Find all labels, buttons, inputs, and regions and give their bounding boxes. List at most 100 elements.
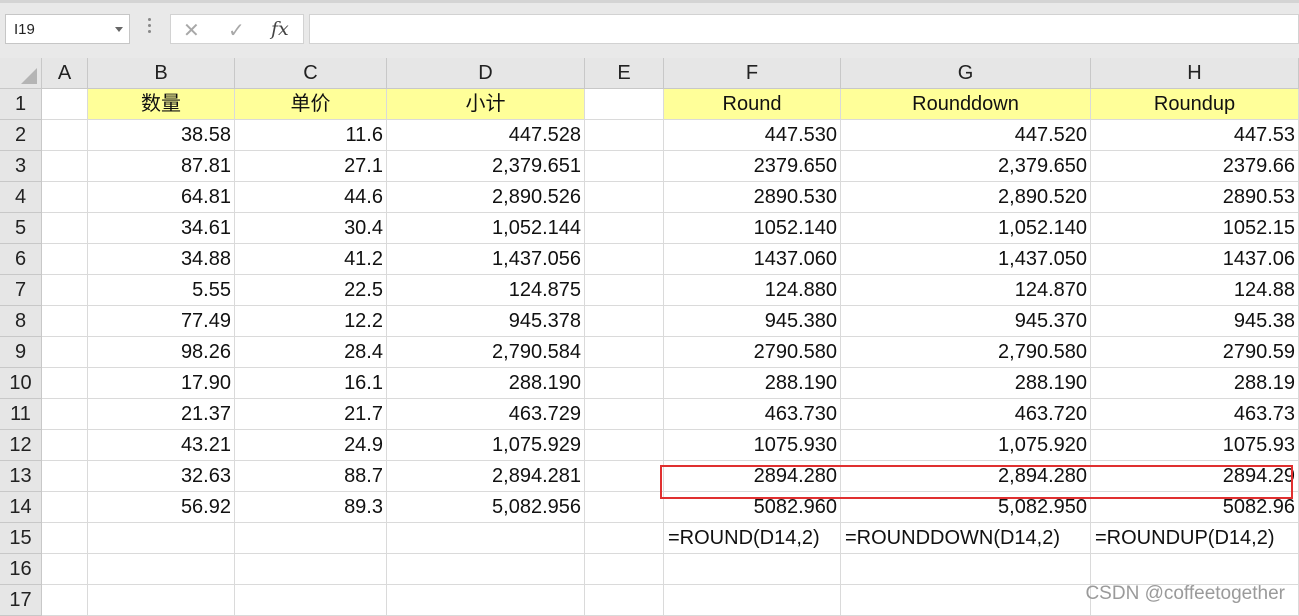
cell-a13[interactable]	[42, 461, 88, 492]
cell-g11[interactable]: 463.720	[841, 399, 1091, 430]
name-box[interactable]: I19	[5, 14, 130, 44]
row-header-14[interactable]: 14	[0, 492, 42, 523]
cell-e10[interactable]	[585, 368, 664, 399]
row-header-11[interactable]: 11	[0, 399, 42, 430]
cell-f13[interactable]: 2894.280	[664, 461, 841, 492]
cell-d12[interactable]: 1,075.929	[387, 430, 585, 461]
cell-c12[interactable]: 24.9	[235, 430, 387, 461]
cell-f9[interactable]: 2790.580	[664, 337, 841, 368]
cell-e16[interactable]	[585, 554, 664, 585]
cell-h2[interactable]: 447.53	[1091, 120, 1299, 151]
cell-b14[interactable]: 56.92	[88, 492, 235, 523]
cell-d16[interactable]	[387, 554, 585, 585]
cell-f14[interactable]: 5082.960	[664, 492, 841, 523]
cell-h1[interactable]: Roundup	[1091, 89, 1299, 120]
row-header-10[interactable]: 10	[0, 368, 42, 399]
cell-b7[interactable]: 5.55	[88, 275, 235, 306]
cell-h8[interactable]: 945.38	[1091, 306, 1299, 337]
row-header-17[interactable]: 17	[0, 585, 42, 616]
cell-d8[interactable]: 945.378	[387, 306, 585, 337]
cell-c5[interactable]: 30.4	[235, 213, 387, 244]
column-header-f[interactable]: F	[664, 58, 841, 89]
cell-d13[interactable]: 2,894.281	[387, 461, 585, 492]
cell-g12[interactable]: 1,075.920	[841, 430, 1091, 461]
cell-e15[interactable]	[585, 523, 664, 554]
cell-d6[interactable]: 1,437.056	[387, 244, 585, 275]
cell-f16[interactable]	[664, 554, 841, 585]
cell-g8[interactable]: 945.370	[841, 306, 1091, 337]
cell-g13[interactable]: 2,894.280	[841, 461, 1091, 492]
column-header-a[interactable]: A	[42, 58, 88, 89]
cell-f10[interactable]: 288.190	[664, 368, 841, 399]
row-header-2[interactable]: 2	[0, 120, 42, 151]
formula-input[interactable]	[309, 14, 1299, 44]
column-header-g[interactable]: G	[841, 58, 1091, 89]
cell-d7[interactable]: 124.875	[387, 275, 585, 306]
cell-d1[interactable]: 小计	[387, 89, 585, 120]
cell-c13[interactable]: 88.7	[235, 461, 387, 492]
cell-g14[interactable]: 5,082.950	[841, 492, 1091, 523]
cell-d9[interactable]: 2,790.584	[387, 337, 585, 368]
cell-b3[interactable]: 87.81	[88, 151, 235, 182]
cell-b1[interactable]: 数量	[88, 89, 235, 120]
cell-b15[interactable]	[88, 523, 235, 554]
cell-d2[interactable]: 447.528	[387, 120, 585, 151]
cell-c4[interactable]: 44.6	[235, 182, 387, 213]
row-header-4[interactable]: 4	[0, 182, 42, 213]
cell-b4[interactable]: 64.81	[88, 182, 235, 213]
cell-h13[interactable]: 2894.29	[1091, 461, 1299, 492]
cell-f1[interactable]: Round	[664, 89, 841, 120]
cell-g3[interactable]: 2,379.650	[841, 151, 1091, 182]
column-header-h[interactable]: H	[1091, 58, 1299, 89]
row-header-15[interactable]: 15	[0, 523, 42, 554]
cell-c8[interactable]: 12.2	[235, 306, 387, 337]
cell-h14[interactable]: 5082.96	[1091, 492, 1299, 523]
select-all-button[interactable]	[0, 58, 42, 89]
cell-a8[interactable]	[42, 306, 88, 337]
cell-a4[interactable]	[42, 182, 88, 213]
cell-e7[interactable]	[585, 275, 664, 306]
cell-b2[interactable]: 38.58	[88, 120, 235, 151]
cell-c11[interactable]: 21.7	[235, 399, 387, 430]
column-header-c[interactable]: C	[235, 58, 387, 89]
cell-b10[interactable]: 17.90	[88, 368, 235, 399]
cell-g15[interactable]: =ROUNDDOWN(D14,2)	[841, 523, 1091, 554]
cell-f5[interactable]: 1052.140	[664, 213, 841, 244]
cell-g5[interactable]: 1,052.140	[841, 213, 1091, 244]
cell-d10[interactable]: 288.190	[387, 368, 585, 399]
cell-b6[interactable]: 34.88	[88, 244, 235, 275]
cell-a3[interactable]	[42, 151, 88, 182]
cell-e2[interactable]	[585, 120, 664, 151]
cell-b16[interactable]	[88, 554, 235, 585]
drag-handle-icon[interactable]	[148, 18, 152, 38]
cell-f4[interactable]: 2890.530	[664, 182, 841, 213]
cell-g7[interactable]: 124.870	[841, 275, 1091, 306]
cell-f6[interactable]: 1437.060	[664, 244, 841, 275]
enter-icon[interactable]: ✓	[228, 18, 245, 43]
column-header-d[interactable]: D	[387, 58, 585, 89]
cell-c14[interactable]: 89.3	[235, 492, 387, 523]
cell-f8[interactable]: 945.380	[664, 306, 841, 337]
cell-b5[interactable]: 34.61	[88, 213, 235, 244]
cell-h10[interactable]: 288.19	[1091, 368, 1299, 399]
cell-c9[interactable]: 28.4	[235, 337, 387, 368]
cell-c2[interactable]: 11.6	[235, 120, 387, 151]
cell-h12[interactable]: 1075.93	[1091, 430, 1299, 461]
cell-a5[interactable]	[42, 213, 88, 244]
column-header-b[interactable]: B	[88, 58, 235, 89]
cell-g16[interactable]	[841, 554, 1091, 585]
cell-f11[interactable]: 463.730	[664, 399, 841, 430]
cell-c17[interactable]	[235, 585, 387, 616]
cell-h16[interactable]	[1091, 554, 1299, 585]
cell-a12[interactable]	[42, 430, 88, 461]
cell-e5[interactable]	[585, 213, 664, 244]
cell-e8[interactable]	[585, 306, 664, 337]
cell-c10[interactable]: 16.1	[235, 368, 387, 399]
cell-g10[interactable]: 288.190	[841, 368, 1091, 399]
row-header-9[interactable]: 9	[0, 337, 42, 368]
cell-g2[interactable]: 447.520	[841, 120, 1091, 151]
cell-c7[interactable]: 22.5	[235, 275, 387, 306]
cell-d5[interactable]: 1,052.144	[387, 213, 585, 244]
row-header-16[interactable]: 16	[0, 554, 42, 585]
cell-f15[interactable]: =ROUND(D14,2)	[664, 523, 841, 554]
